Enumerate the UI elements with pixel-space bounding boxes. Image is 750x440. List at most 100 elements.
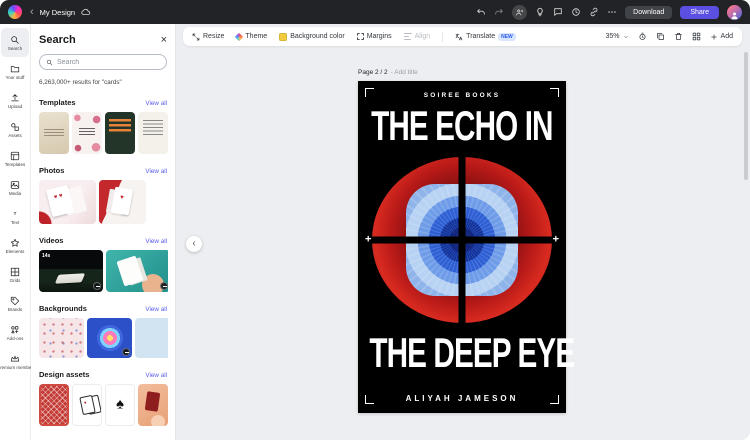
margins-icon xyxy=(357,33,364,40)
plus-mark-left: + xyxy=(365,233,371,245)
template-thumbnail-1[interactable] xyxy=(39,112,69,154)
design-asset-thumbnail-1[interactable] xyxy=(39,384,69,426)
plus-icon xyxy=(710,33,718,41)
user-avatar[interactable] xyxy=(727,5,742,20)
section-photos: Photos View all xyxy=(39,166,167,224)
left-rail: Search Your stuff Upload Assets Template… xyxy=(0,24,31,440)
add-page-button[interactable]: Add xyxy=(710,33,733,41)
search-input[interactable] xyxy=(57,59,160,66)
duplicate-page-icon[interactable] xyxy=(656,32,665,41)
video-duration: 14s xyxy=(42,253,50,259)
template-thumbnail-2[interactable] xyxy=(72,112,102,154)
scrollbar[interactable] xyxy=(744,52,748,180)
cover-title-line2[interactable]: THE DEEP EYE xyxy=(358,332,566,365)
view-all-videos[interactable]: View all xyxy=(145,238,167,245)
sidebar-item-elements[interactable]: Elements xyxy=(1,231,29,260)
photo-thumbnail-1[interactable] xyxy=(39,180,96,224)
design-page[interactable]: SOIREE BOOKS THE ECHO IN + + THE DEEP EY… xyxy=(358,81,566,413)
align-icon xyxy=(404,33,412,40)
star-icon xyxy=(10,238,20,248)
template-thumbnail-3[interactable] xyxy=(105,112,135,154)
background-color-button[interactable]: Background color xyxy=(279,33,344,41)
trash-icon[interactable] xyxy=(674,32,683,41)
cover-publisher-text[interactable]: SOIREE BOOKS xyxy=(358,92,566,99)
pro-badge-icon xyxy=(93,282,101,290)
photo-thumbnail-2[interactable] xyxy=(99,180,146,224)
view-all-templates[interactable]: View all xyxy=(145,100,167,107)
collapse-panel-button[interactable]: ‹ xyxy=(186,236,202,252)
design-asset-thumbnail-3[interactable] xyxy=(105,384,135,426)
sidebar-item-text[interactable]: T Text xyxy=(1,202,29,231)
pro-badge-icon xyxy=(122,348,130,356)
grid-view-icon[interactable] xyxy=(692,32,701,41)
comments-icon[interactable] xyxy=(553,7,563,17)
cover-title-line1[interactable]: THE ECHO IN xyxy=(358,105,566,138)
page-label[interactable]: Page 2 / 2 - Add title xyxy=(358,69,418,76)
sidebar-item-templates[interactable]: Templates xyxy=(1,144,29,173)
person-icon xyxy=(730,11,739,20)
section-videos: Videos View all 14s xyxy=(39,236,167,292)
section-templates: Templates View all xyxy=(39,98,167,154)
section-backgrounds: Backgrounds View all xyxy=(39,304,167,358)
sidebar-item-brands[interactable]: Brands xyxy=(1,289,29,318)
align-button[interactable]: Align xyxy=(404,33,431,40)
video-thumbnail-2[interactable] xyxy=(106,250,168,292)
sidebar-item-media[interactable]: Media xyxy=(1,173,29,202)
bulb-icon[interactable] xyxy=(535,7,545,17)
topbar-left: ‹ My Design xyxy=(8,5,91,19)
more-options-icon[interactable] xyxy=(607,7,617,17)
theme-icon xyxy=(235,32,243,40)
sidebar-item-search[interactable]: Search xyxy=(1,28,29,57)
download-button[interactable]: Download xyxy=(625,6,672,19)
translate-button[interactable]: Translate NEW xyxy=(455,33,516,41)
view-all-photos[interactable]: View all xyxy=(145,168,167,175)
cloud-sync-icon xyxy=(81,7,91,17)
document-title[interactable]: My Design xyxy=(40,8,75,17)
canvas-workspace: Resize Theme Background color Margins Al… xyxy=(176,24,750,440)
design-asset-thumbnail-2[interactable] xyxy=(72,384,102,426)
sidebar-item-add-ons[interactable]: Add-ons xyxy=(1,318,29,347)
sidebar-item-assets[interactable]: Assets xyxy=(1,115,29,144)
view-all-design-assets[interactable]: View all xyxy=(145,372,167,379)
design-asset-thumbnail-4[interactable] xyxy=(138,384,168,426)
back-chevron-icon[interactable]: ‹ xyxy=(30,7,34,18)
cover-author-text[interactable]: ALIYAH JAMESON xyxy=(358,394,566,403)
redo-icon[interactable] xyxy=(494,7,504,17)
sidebar-item-grids[interactable]: Grids xyxy=(1,260,29,289)
share-button[interactable]: Share xyxy=(680,6,719,19)
link-icon[interactable] xyxy=(589,7,599,17)
close-icon[interactable]: × xyxy=(161,35,167,46)
template-thumbnail-4[interactable] xyxy=(138,112,168,154)
history-clock-icon[interactable] xyxy=(571,7,581,17)
undo-icon[interactable] xyxy=(476,7,486,17)
canvas-toolbar: Resize Theme Background color Margins Al… xyxy=(183,27,742,46)
canva-logo-icon[interactable] xyxy=(8,5,22,19)
background-thumbnail-3[interactable] xyxy=(135,318,168,358)
zoom-control[interactable]: 35% xyxy=(606,33,629,40)
video-thumbnail-1[interactable]: 14s xyxy=(39,250,103,292)
assets-icon xyxy=(10,122,20,132)
toolbar-right: 35% Add xyxy=(606,32,733,41)
invite-people-icon[interactable] xyxy=(512,5,527,20)
resize-button[interactable]: Resize xyxy=(192,33,224,41)
eye-artwork[interactable]: + + xyxy=(358,155,566,325)
grid-cross-horizontal xyxy=(358,237,566,244)
background-thumbnail-1[interactable] xyxy=(39,318,84,358)
search-box[interactable] xyxy=(39,54,167,70)
view-all-backgrounds[interactable]: View all xyxy=(145,306,167,313)
margins-button[interactable]: Margins xyxy=(357,33,392,40)
theme-button[interactable]: Theme xyxy=(236,33,267,40)
section-design-assets: Design assets View all xyxy=(39,370,167,426)
add-title-hint[interactable]: - Add title xyxy=(391,69,418,76)
person-plus-icon xyxy=(515,8,524,17)
panel-title: Search xyxy=(39,34,76,46)
search-icon xyxy=(10,35,20,45)
sidebar-item-upload[interactable]: Upload xyxy=(1,86,29,115)
pro-badge-icon xyxy=(160,282,168,290)
timer-icon[interactable] xyxy=(638,32,647,41)
plus-mark-right: + xyxy=(553,233,559,245)
crown-icon xyxy=(10,354,20,364)
sidebar-item-premium[interactable]: Premium member xyxy=(1,347,29,376)
sidebar-item-your-stuff[interactable]: Your stuff xyxy=(1,57,29,86)
background-thumbnail-2[interactable] xyxy=(87,318,132,358)
